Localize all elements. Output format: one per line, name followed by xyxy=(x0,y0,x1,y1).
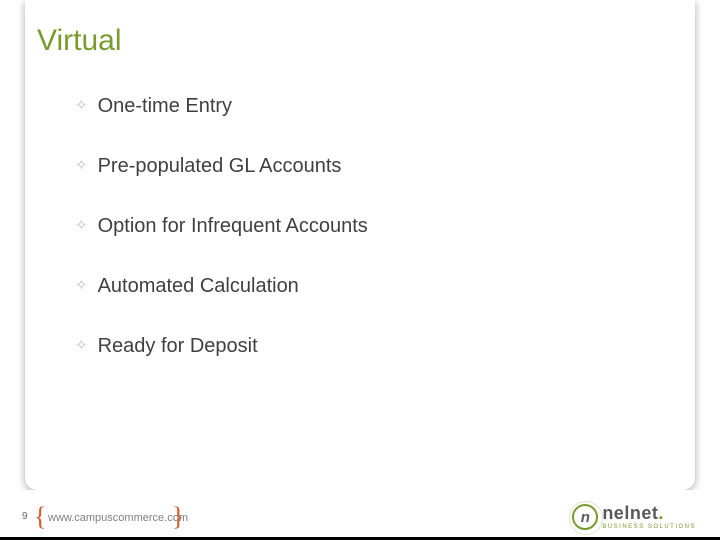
logo-dot: . xyxy=(658,503,664,523)
diamond-icon: ✧ xyxy=(75,334,88,358)
footer-url: www.campuscommerce.com xyxy=(48,512,188,524)
list-item: ✧ One-time Entry xyxy=(75,94,685,118)
slide-footer: 9 { www.campuscommerce.com } n nelnet. B… xyxy=(0,490,720,540)
diamond-icon: ✧ xyxy=(75,154,88,178)
logo-n-glyph: n xyxy=(581,509,590,526)
bullet-text: One-time Entry xyxy=(98,94,232,118)
bullet-text: Automated Calculation xyxy=(98,274,299,298)
brand-logo: n nelnet. BUSINESS SOLUTIONS xyxy=(572,504,696,530)
bullet-list: ✧ One-time Entry ✧ Pre-populated GL Acco… xyxy=(75,94,685,358)
bullet-text: Option for Infrequent Accounts xyxy=(98,214,368,238)
page-number: 9 xyxy=(22,511,28,522)
slide-content: Virtual ✧ One-time Entry ✧ Pre-populated… xyxy=(25,0,695,490)
logo-name: nelnet. xyxy=(602,504,696,522)
diamond-icon: ✧ xyxy=(75,94,88,118)
diamond-icon: ✧ xyxy=(75,214,88,238)
list-item: ✧ Ready for Deposit xyxy=(75,334,685,358)
bullet-text: Pre-populated GL Accounts xyxy=(98,154,342,178)
logo-mark-icon: n xyxy=(572,504,598,530)
logo-name-text: nelnet xyxy=(602,503,658,523)
diamond-icon: ✧ xyxy=(75,274,88,298)
slide-title: Virtual xyxy=(37,24,685,58)
brace-icon: { xyxy=(34,502,46,532)
list-item: ✧ Automated Calculation xyxy=(75,274,685,298)
list-item: ✧ Pre-populated GL Accounts xyxy=(75,154,685,178)
logo-subtitle: BUSINESS SOLUTIONS xyxy=(602,524,696,530)
brace-icon: } xyxy=(172,502,184,532)
list-item: ✧ Option for Infrequent Accounts xyxy=(75,214,685,238)
bullet-text: Ready for Deposit xyxy=(98,334,258,358)
slide: Virtual ✧ One-time Entry ✧ Pre-populated… xyxy=(0,0,720,540)
logo-text: nelnet. BUSINESS SOLUTIONS xyxy=(602,504,696,530)
